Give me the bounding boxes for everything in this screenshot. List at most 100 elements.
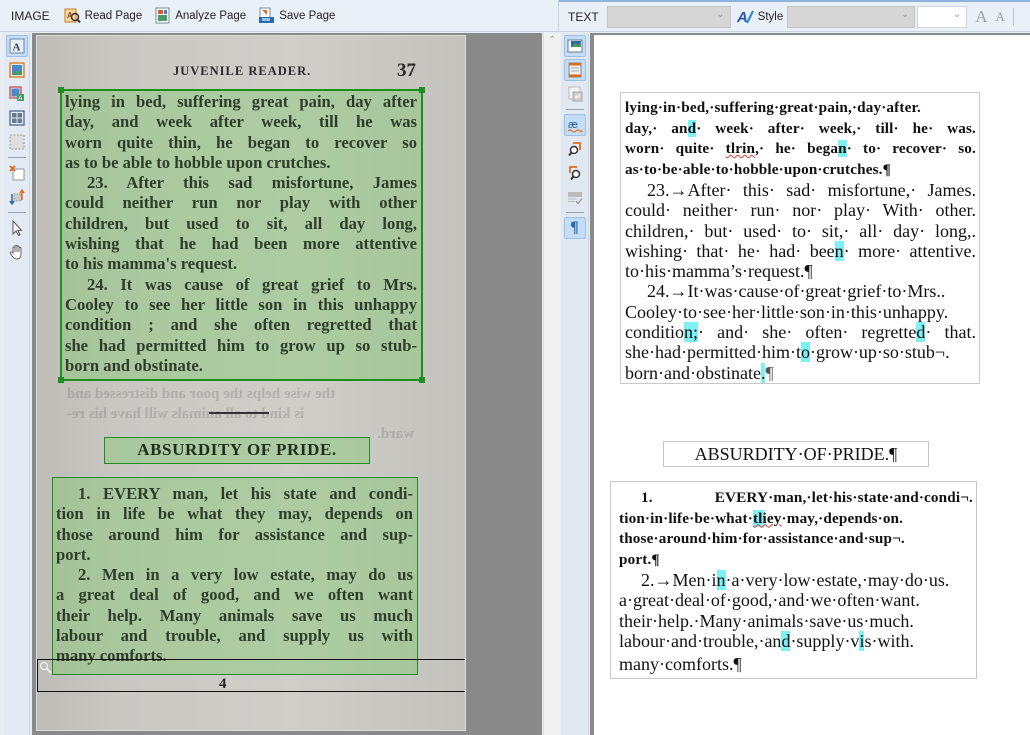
recognized-paragraph[interactable]: 1. EVERY·man,·let·his·state·and·condi¬. … — [619, 488, 973, 570]
text-line: 1. EVERY·man,·let·his·state·and·condi¬. — [641, 489, 973, 506]
bleed-through-text: the wise helps the poor and distressed a… — [67, 386, 336, 402]
show-formatting-tool[interactable]: ¶ — [563, 217, 586, 239]
verify-text-icon — [567, 192, 583, 205]
show-headers-footers-tool[interactable] — [563, 59, 586, 81]
scan-line: could neither run nor play with other — [65, 193, 417, 213]
scanned-text: lying in bed, suffering great pain, day … — [62, 91, 421, 376]
show-pictures-tool[interactable] — [563, 35, 586, 57]
text-line: those·around·him·for·assistance·and·sup¬… — [619, 530, 905, 547]
select-tool[interactable] — [6, 217, 28, 239]
scan-line: to his mamma's request. — [65, 254, 238, 274]
recognized-text-block[interactable]: lying·in·bed,·suffering·great·pain,·day·… — [620, 92, 980, 384]
text-line: lying·in·bed,·suffering·great·pain,·day·… — [625, 99, 921, 116]
text-editor-area[interactable]: lying·in·bed,·suffering·great·pain,·day·… — [590, 33, 1030, 735]
text-run: · that. — [925, 322, 976, 343]
text-run: s·with. — [864, 630, 914, 651]
text-run: ·may,·depends·on. — [781, 509, 904, 527]
text-run: · to· recover· so. — [846, 140, 976, 157]
uncertain-char[interactable]: d — [687, 119, 697, 137]
line-breaks-icon — [568, 86, 582, 102]
previous-uncertain-icon — [567, 142, 581, 157]
uncertain-char[interactable]: n — [716, 570, 726, 590]
scroll-up-icon[interactable]: ⌃ — [548, 35, 556, 46]
recognized-text-page[interactable]: lying·in·bed,·suffering·great·pain,·day·… — [594, 35, 1030, 735]
scanned-text: 1. EVERY man, let his state and condi- t… — [53, 478, 417, 667]
text-line: labour·and·trouble,·and·supply·vis·with. — [619, 630, 973, 651]
text-run: born·and·obstinate — [625, 362, 761, 383]
scan-line: condition ; and she often regretted that — [65, 315, 417, 335]
font-size-select[interactable]: ⌄ — [917, 5, 968, 28]
misspelled-word[interactable]: tliey — [752, 509, 782, 527]
decrease-font-size-button[interactable]: A — [992, 9, 1009, 25]
text-line: worn· quite· tlrin,· he· began· to· reco… — [625, 139, 976, 160]
hand-tool[interactable] — [6, 241, 28, 263]
pilcrow-icon: ¶ — [570, 219, 579, 236]
text-line: as·to·be·able·to·hobble·upon·crutches.¶ — [625, 160, 891, 178]
text-run: conditio — [625, 322, 684, 343]
text-line: 2.→Men·in·a·very·low·estate,·may·do·us. — [619, 570, 973, 590]
table-area-tool[interactable] — [6, 107, 28, 129]
scan-line: born and obstinate. — [65, 355, 203, 375]
recognized-paragraph[interactable]: lying·in·bed,·suffering·great·pain,·day·… — [625, 98, 976, 180]
scanned-page-image[interactable]: JUVENILE READER. 37 lying in bed, suffer… — [36, 35, 466, 731]
chevron-down-icon: ⌄ — [900, 8, 910, 20]
read-page-button[interactable]: A Read Page — [58, 4, 149, 28]
scan-line: lying in bed, suffering great pain, day … — [65, 92, 417, 111]
zoom-magnifier-icon — [39, 661, 52, 674]
style-button[interactable]: A Style — [731, 5, 788, 29]
analyze-page-button[interactable]: Analyze Page — [148, 4, 252, 28]
uncertain-char[interactable]: n; — [684, 322, 699, 343]
background-picture-tool[interactable]: A — [6, 83, 28, 105]
save-page-button[interactable]: Save Page — [252, 4, 341, 28]
uncertain-char[interactable]: n — [838, 140, 847, 157]
text-panel-scrollbar[interactable]: ⌃ — [543, 33, 560, 735]
image-viewer[interactable]: JUVENILE READER. 37 lying in bed, suffer… — [32, 33, 542, 735]
recognized-heading-block[interactable]: ABSURDITY·OF·PRIDE.¶ — [663, 441, 929, 467]
verify-text-tool[interactable] — [564, 186, 586, 208]
misspelled-word[interactable]: tlrin — [726, 140, 755, 157]
next-uncertain-icon — [568, 166, 580, 181]
text-run: labour·and·trouble,·an — [619, 630, 782, 651]
delete-area-tool[interactable] — [6, 162, 28, 184]
uncertain-characters-icon: æ — [567, 119, 583, 133]
resize-handle[interactable] — [419, 377, 425, 383]
uncertain-char[interactable]: o — [800, 342, 810, 363]
highlight-uncertain-tool[interactable]: æ — [563, 114, 586, 136]
text-line: wishing· that· he· had· been· more· atte… — [625, 240, 976, 261]
font-select[interactable]: ⌄ — [787, 5, 916, 28]
analyze-page-icon — [154, 7, 171, 24]
text-block-area[interactable]: 1. EVERY man, let his state and condi- t… — [52, 477, 418, 675]
show-line-breaks-tool[interactable] — [564, 83, 586, 105]
increase-font-size-button[interactable]: A — [971, 7, 991, 27]
next-uncertain-tool[interactable] — [564, 162, 586, 184]
analyze-page-label: Analyze Page — [175, 9, 247, 22]
recognized-paragraph[interactable]: 23.→After· this· sad· misfortune,· James… — [625, 180, 976, 281]
delete-area-icon — [8, 165, 24, 181]
paragraph-style-select[interactable]: ⌄ — [606, 5, 731, 28]
hand-icon — [9, 245, 21, 260]
tool-separator — [565, 212, 584, 213]
text-line: born·and·obstinate.¶ — [625, 362, 976, 383]
style-label: Style — [757, 10, 784, 23]
recognized-paragraph[interactable]: 2.→Men·in·a·very·low·estate,·may·do·us. … — [619, 570, 973, 674]
toolbar-divider — [1012, 7, 1014, 26]
cursor-arrow-icon — [12, 220, 23, 236]
scan-line: Cooley to see her little son in this unh… — [65, 294, 417, 314]
text-area-tool[interactable]: A — [5, 35, 28, 57]
text-line: a·great·deal·of·good,·and·we·often·want. — [619, 590, 920, 611]
recognized-paragraph[interactable]: 24.→It·was·cause·of·great·grief·to·Mrs..… — [625, 281, 976, 383]
text-block-area[interactable]: lying in bed, suffering great pain, day … — [58, 87, 425, 383]
uncertain-char[interactable]: n — [834, 240, 844, 261]
previous-uncertain-tool[interactable] — [564, 138, 586, 160]
text-line: 23.→After· this· sad· misfortune,· James… — [647, 180, 976, 200]
tool-separator — [7, 212, 26, 213]
order-areas-tool[interactable] — [6, 186, 28, 208]
heading-block-area[interactable]: ABSURDITY OF PRIDE. — [104, 437, 370, 464]
page-number: 37 — [397, 60, 416, 81]
table-area-icon — [8, 110, 25, 126]
text-line: she·had·permitted·him·to·grow·up·so·stub… — [625, 342, 976, 363]
recognized-text-block[interactable]: 1. EVERY·man,·let·his·state·and·condi¬. … — [610, 481, 977, 679]
resize-handle[interactable] — [58, 377, 64, 383]
barcode-area-tool[interactable] — [6, 131, 28, 153]
picture-area-tool[interactable] — [6, 59, 28, 81]
